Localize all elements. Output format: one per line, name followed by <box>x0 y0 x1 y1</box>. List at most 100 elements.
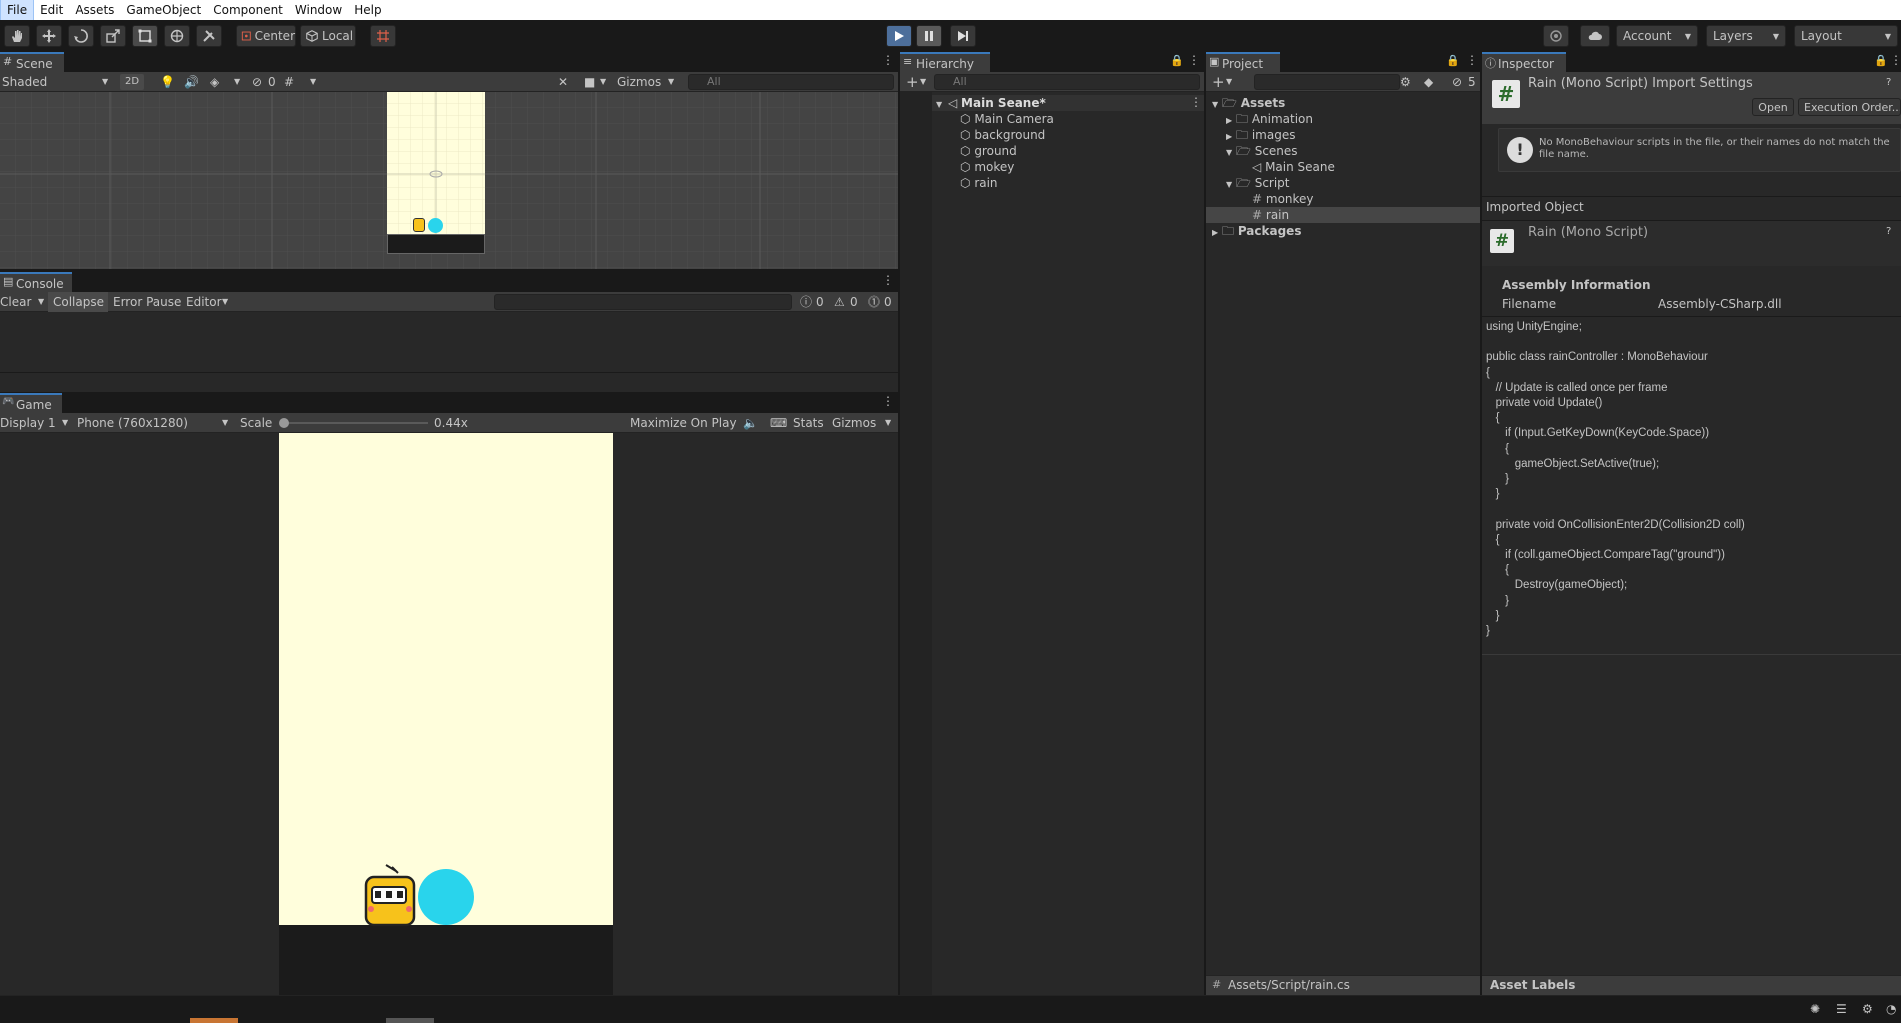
keyboard-icon[interactable]: ⌨ <box>770 413 787 433</box>
scale-slider-handle[interactable] <box>279 418 289 428</box>
services-button[interactable] <box>1543 25 1569 47</box>
effects-icon[interactable]: ◈ <box>210 72 219 92</box>
label-icon[interactable]: ◆ <box>1424 72 1433 92</box>
expand-arrow-icon[interactable]: ▼ <box>936 100 942 109</box>
stats-toggle[interactable]: Stats <box>793 413 824 433</box>
hierarchy-search-input[interactable]: All <box>934 74 1200 90</box>
console-collapse-toggle[interactable]: Collapse <box>48 292 108 312</box>
resolution-dropdown[interactable]: Phone (760x1280) <box>77 413 188 433</box>
hand-tool-button[interactable] <box>4 25 30 47</box>
expand-arrow-icon[interactable]: ▶ <box>1226 116 1232 125</box>
rect-tool-button[interactable] <box>132 25 158 47</box>
settings-icon[interactable]: ⚙ <box>1862 1002 1873 1016</box>
console-search-input[interactable] <box>494 294 792 310</box>
hierarchy-item-rain[interactable]: ⬡ rain <box>960 175 998 191</box>
menu-window[interactable]: Window <box>289 0 348 20</box>
expand-arrow-icon[interactable]: ▼ <box>1226 180 1232 189</box>
hierarchy-item-ground[interactable]: ⬡ ground <box>960 143 1017 159</box>
pause-button[interactable] <box>916 25 942 47</box>
project-asset-rain[interactable]: # rain <box>1206 207 1480 223</box>
progress-icon[interactable]: ◔ <box>1886 1002 1896 1016</box>
layers-icon[interactable]: ☰ <box>1836 1002 1847 1016</box>
cloud-button[interactable] <box>1580 25 1610 47</box>
log-icon[interactable]: ⓘ <box>800 292 812 312</box>
tools-icon[interactable]: ✕ <box>558 72 568 92</box>
execution-order-button[interactable]: Execution Order... <box>1798 98 1901 116</box>
visibility-icon[interactable]: ⊘ <box>1452 72 1462 92</box>
scene-menu-icon[interactable] <box>882 53 894 67</box>
project-folder-script[interactable]: ▼ 🗁 Script <box>1226 175 1290 191</box>
taskbar-item[interactable] <box>386 1018 434 1023</box>
project-asset-main-scene[interactable]: ◁ Main Seane <box>1252 159 1335 175</box>
pivot-local-button[interactable]: Local <box>300 25 356 47</box>
menu-file[interactable]: File <box>0 0 35 21</box>
project-folder-animation[interactable]: ▶ 🗀 Animation <box>1226 111 1313 127</box>
grid-toggle-icon[interactable]: # <box>284 72 294 92</box>
menu-help[interactable]: Help <box>348 0 387 20</box>
shading-dropdown[interactable]: Shaded <box>2 72 47 92</box>
game-gizmos-dropdown[interactable]: Gizmos <box>832 413 876 433</box>
help-icon[interactable]: ? <box>1886 77 1891 88</box>
open-button[interactable]: Open <box>1752 98 1794 116</box>
hierarchy-item-mokey[interactable]: ⬡ mokey <box>960 159 1014 175</box>
scene-viewport[interactable] <box>0 92 898 269</box>
project-asset-monkey[interactable]: # monkey <box>1252 191 1314 207</box>
menu-gameobject[interactable]: GameObject <box>120 0 207 20</box>
transform-tool-button[interactable] <box>164 25 190 47</box>
maximize-on-play-toggle[interactable]: Maximize On Play <box>630 413 737 433</box>
warning-icon[interactable]: ⚠ <box>834 292 845 312</box>
project-folder-images[interactable]: ▶ 🗀 images <box>1226 127 1295 143</box>
grid-snap-button[interactable] <box>370 25 396 47</box>
project-search-input[interactable] <box>1254 74 1400 90</box>
expand-arrow-icon[interactable]: ▼ <box>1212 100 1218 109</box>
mute-icon[interactable]: 🔈 <box>743 413 758 433</box>
project-folder-scenes[interactable]: ▼ 🗁 Scenes <box>1226 143 1298 159</box>
audio-icon[interactable]: 🔊 <box>184 72 199 92</box>
account-dropdown[interactable]: Account ▼ <box>1616 25 1698 47</box>
help-icon[interactable]: ? <box>1886 226 1891 237</box>
console-menu-icon[interactable] <box>882 273 894 287</box>
hierarchy-menu-icon[interactable] <box>1188 53 1200 67</box>
layers-dropdown[interactable]: Layers ▼ <box>1706 25 1786 47</box>
play-button[interactable] <box>886 25 912 47</box>
console-editor-dropdown[interactable]: Editor <box>186 292 222 312</box>
menu-component[interactable]: Component <box>207 0 289 20</box>
expand-arrow-icon[interactable]: ▼ <box>1226 148 1232 157</box>
scale-slider-track[interactable] <box>283 422 428 424</box>
scene-gizmos-dropdown[interactable]: Gizmos <box>617 72 661 92</box>
display-dropdown[interactable]: Display 1 <box>0 413 56 433</box>
lock-icon[interactable]: 🔒 <box>1446 54 1460 67</box>
mode-2d-toggle[interactable]: 2D <box>120 74 144 90</box>
scene-search-input[interactable]: All <box>688 74 894 90</box>
inspector-menu-icon[interactable] <box>1890 53 1901 67</box>
camera-icon[interactable]: ■ <box>584 72 595 92</box>
move-tool-button[interactable] <box>36 25 62 47</box>
error-icon[interactable]: ⓵ <box>868 292 880 312</box>
menu-edit[interactable]: Edit <box>34 0 69 20</box>
console-clear-button[interactable]: Clear <box>0 292 31 312</box>
hierarchy-item-main-camera[interactable]: ⬡ Main Camera <box>960 111 1054 127</box>
game-menu-icon[interactable] <box>882 394 894 408</box>
lock-icon[interactable]: 🔒 <box>1170 54 1184 67</box>
tab-hierarchy[interactable]: Hierarchy <box>900 52 990 72</box>
game-view[interactable] <box>0 433 898 995</box>
hierarchy-scene-row[interactable]: ▼ ◁ Main Seane* <box>932 95 1204 111</box>
pivot-center-button[interactable]: Center <box>236 25 296 47</box>
asset-labels-bar[interactable]: Asset Labels <box>1482 975 1901 995</box>
project-folder-packages[interactable]: ▶ 🗀 Packages <box>1212 223 1301 239</box>
bug-icon[interactable]: ✺ <box>1810 1002 1820 1016</box>
search-by-type-icon[interactable]: ⚙ <box>1400 72 1411 92</box>
project-folder-assets[interactable]: ▼ 🗁 Assets <box>1212 95 1285 111</box>
visibility-icon[interactable]: ⊘ <box>252 72 262 92</box>
add-icon[interactable]: + <box>1212 72 1225 92</box>
expand-arrow-icon[interactable]: ▶ <box>1226 132 1232 141</box>
menu-assets[interactable]: Assets <box>69 0 120 20</box>
scale-tool-button[interactable] <box>100 25 126 47</box>
step-button[interactable] <box>950 25 976 47</box>
layout-dropdown[interactable]: Layout ▼ <box>1794 25 1898 47</box>
taskbar-item[interactable] <box>190 1018 238 1023</box>
console-error-pause-toggle[interactable]: Error Pause <box>113 292 181 312</box>
custom-tool-button[interactable] <box>196 25 222 47</box>
hierarchy-item-background[interactable]: ⬡ background <box>960 127 1045 143</box>
project-menu-icon[interactable] <box>1466 53 1478 67</box>
